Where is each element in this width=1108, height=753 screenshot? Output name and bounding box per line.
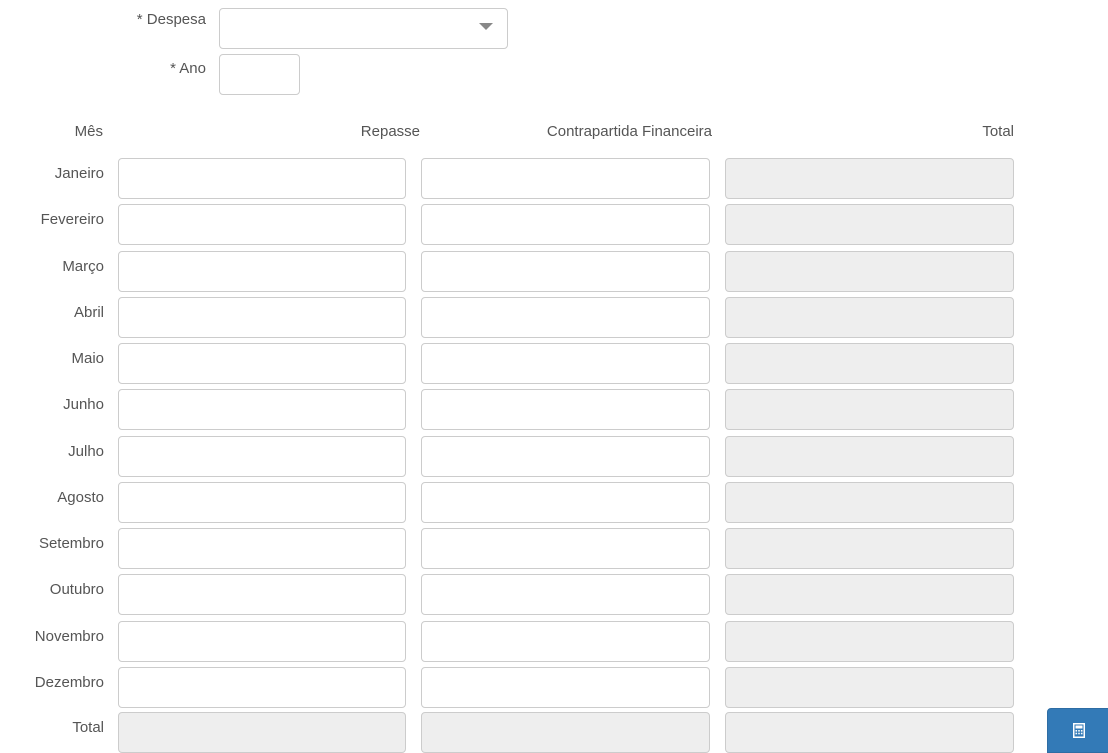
total-field: [725, 251, 1014, 292]
contrapartida-input[interactable]: [421, 204, 710, 245]
contrapartida-input[interactable]: [421, 297, 710, 338]
calculate-button[interactable]: [1047, 708, 1108, 753]
repasse-input[interactable]: [118, 667, 406, 708]
month-label: Janeiro: [54, 165, 104, 182]
repasse-input[interactable]: [118, 621, 406, 662]
total-field: [725, 482, 1014, 523]
month-label: Novembro: [34, 628, 104, 645]
total-row-label: Total: [72, 719, 104, 736]
month-label: Fevereiro: [40, 211, 104, 228]
despesa-select[interactable]: [219, 8, 508, 49]
repasse-input[interactable]: [118, 482, 406, 523]
total-field: [725, 621, 1014, 662]
total-field: [725, 389, 1014, 430]
month-label: Junho: [63, 396, 104, 413]
total-repasse-field: [118, 712, 406, 753]
ano-input[interactable]: [219, 54, 300, 95]
total-field: [725, 158, 1014, 199]
total-field: [725, 204, 1014, 245]
month-label: Setembro: [38, 535, 104, 552]
header-contrapartida: Contrapartida Financeira: [546, 123, 712, 140]
total-field: [725, 297, 1014, 338]
header-mes: Mês: [74, 123, 103, 140]
contrapartida-input[interactable]: [421, 574, 710, 615]
contrapartida-input[interactable]: [421, 621, 710, 662]
ano-label: * Ano: [170, 60, 206, 77]
contrapartida-input[interactable]: [421, 343, 710, 384]
month-label: Outubro: [49, 581, 104, 598]
total-field: [725, 574, 1014, 615]
month-label: Dezembro: [34, 674, 104, 691]
header-repasse: Repasse: [360, 123, 420, 140]
month-label: Maio: [71, 350, 104, 367]
repasse-input[interactable]: [118, 436, 406, 477]
total-contrapartida-field: [421, 712, 710, 753]
contrapartida-input[interactable]: [421, 436, 710, 477]
chevron-down-icon: [479, 23, 493, 30]
repasse-input[interactable]: [118, 574, 406, 615]
calculator-icon: [1073, 723, 1085, 738]
contrapartida-input[interactable]: [421, 528, 710, 569]
header-total: Total: [982, 123, 1014, 140]
contrapartida-input[interactable]: [421, 667, 710, 708]
repasse-input[interactable]: [118, 343, 406, 384]
contrapartida-input[interactable]: [421, 251, 710, 292]
contrapartida-input[interactable]: [421, 389, 710, 430]
repasse-input[interactable]: [118, 204, 406, 245]
total-field: [725, 436, 1014, 477]
repasse-input[interactable]: [118, 251, 406, 292]
total-field: [725, 667, 1014, 708]
repasse-input[interactable]: [118, 158, 406, 199]
contrapartida-input[interactable]: [421, 158, 710, 199]
contrapartida-input[interactable]: [421, 482, 710, 523]
repasse-input[interactable]: [118, 297, 406, 338]
repasse-input[interactable]: [118, 389, 406, 430]
month-label: Abril: [73, 304, 104, 321]
total-field: [725, 528, 1014, 569]
despesa-label: * Despesa: [136, 11, 206, 28]
total-field: [725, 343, 1014, 384]
total-total-field: [725, 712, 1014, 753]
month-label: Agosto: [57, 489, 104, 506]
month-label: Julho: [68, 443, 104, 460]
repasse-input[interactable]: [118, 528, 406, 569]
month-label: Março: [62, 258, 104, 275]
